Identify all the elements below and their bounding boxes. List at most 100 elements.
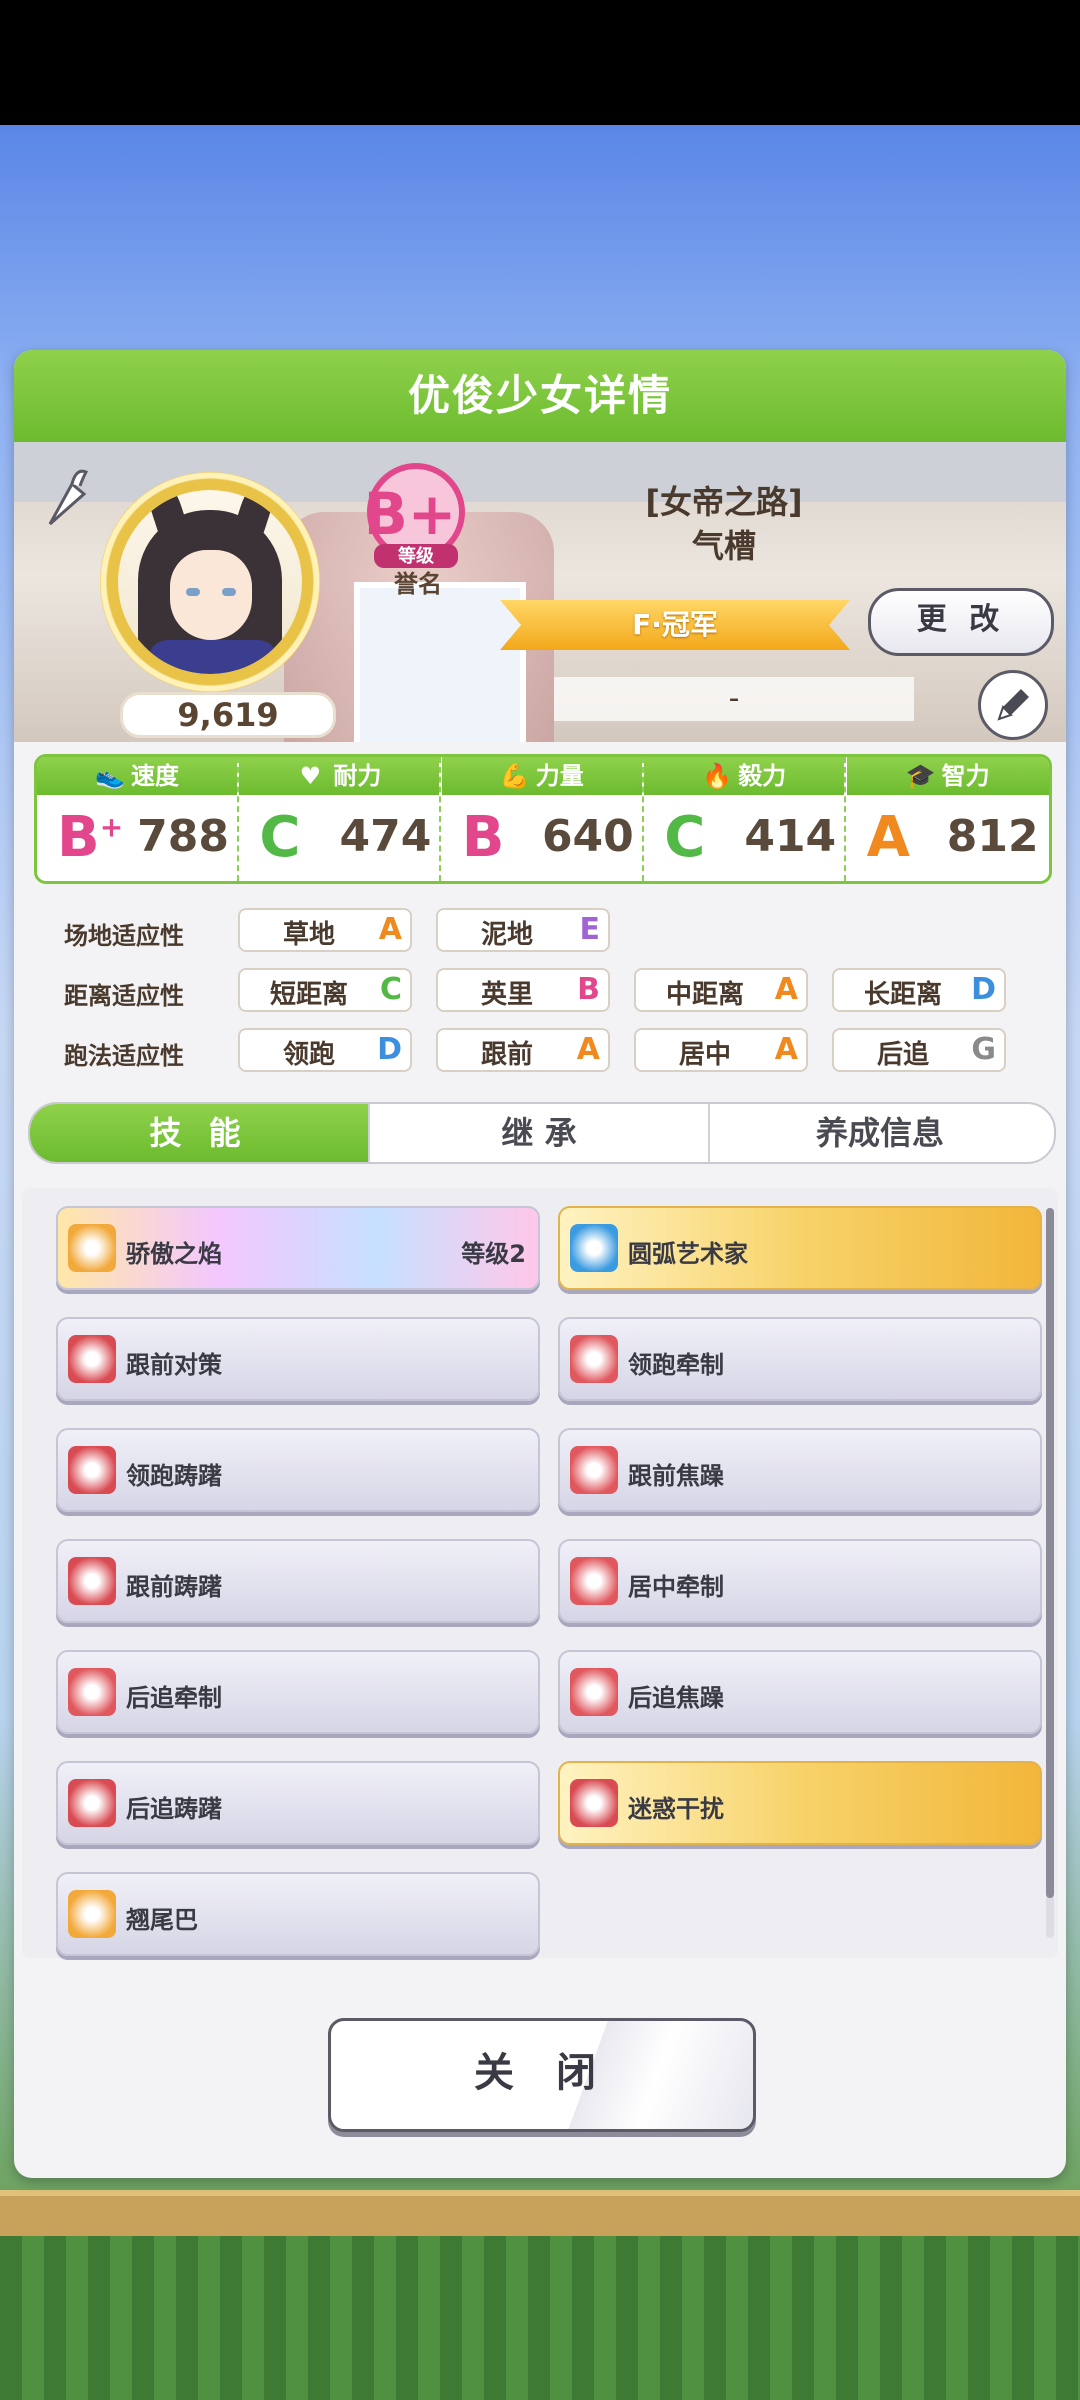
stat-grade: B+ <box>57 805 123 870</box>
aptitude-grade: E <box>579 912 601 947</box>
skills-scrollbar[interactable] <box>1046 1208 1054 1938</box>
stat-label: 耐力 <box>333 762 382 790</box>
skill-card[interactable]: 领跑踌躇 <box>56 1428 540 1512</box>
skill-card[interactable]: 后追踌躇 <box>56 1761 540 1845</box>
background-grass <box>0 2236 1080 2400</box>
skill-name: 跟前焦躁 <box>628 1462 724 1490</box>
rank-grade-badge: B+ 等级 <box>364 463 465 568</box>
stat-grade-letter: A <box>866 805 910 870</box>
close-button[interactable]: 关 闭 <box>328 2018 756 2132</box>
skill-name: 圆弧艺术家 <box>628 1240 748 1268</box>
debuff-arrow-icon <box>570 1557 618 1605</box>
epithet-line-1: [女帝之路] <box>645 483 803 521</box>
horse-girl-detail-dialog: 优俊少女详情 9,619 B+ 等级 誉名 [女帝之路] 气槽 F·冠军 更 改… <box>14 350 1066 2178</box>
aptitude-grade: A <box>774 1032 798 1067</box>
stat-4: 🎓 智力 A 812 <box>846 757 1049 881</box>
avatar-eye-left <box>186 588 200 596</box>
detail-tabs: 技 能 继 承 养成信息 <box>28 1102 1056 1164</box>
skill-card[interactable]: 翘尾巴 <box>56 1872 540 1956</box>
skill-card[interactable]: 跟前踌躇 <box>56 1539 540 1623</box>
skill-card[interactable]: 跟前对策 <box>56 1317 540 1401</box>
distance-aptitude-item: 英里 B <box>436 968 610 1012</box>
aptitude-grade: A <box>378 912 402 947</box>
distance-aptitude-item: 长距离 D <box>832 968 1006 1012</box>
avatar[interactable] <box>118 490 302 674</box>
change-title-button[interactable]: 更 改 <box>868 588 1054 656</box>
skill-name: 居中牵制 <box>628 1573 724 1601</box>
fan-count: 9,619 <box>120 692 336 738</box>
tab-training-info[interactable]: 养成信息 <box>710 1104 1050 1162</box>
distance-aptitude-item: 中距离 A <box>634 968 808 1012</box>
stat-grade: B <box>462 805 505 870</box>
skill-card[interactable]: 跟前焦躁 <box>558 1428 1042 1512</box>
aptitude-grade: D <box>377 1032 402 1067</box>
skill-name: 跟前对策 <box>126 1351 222 1379</box>
heart-icon: ♥ <box>299 762 322 790</box>
stat-header: ♥ 耐力 <box>239 757 440 795</box>
skill-name: 后追踌躇 <box>126 1795 222 1823</box>
debuff-arrow-icon <box>570 1668 618 1716</box>
stat-grade-letter: B <box>57 805 100 870</box>
horse-silhouette-icon <box>68 1335 116 1383</box>
horse-silhouette-icon <box>68 1779 116 1827</box>
distance-aptitude-label: 距离适应性 <box>64 982 184 1010</box>
aptitude-grade: D <box>971 972 996 1007</box>
shoe-icon: 👟 <box>95 762 125 790</box>
pencil-icon[interactable] <box>978 670 1048 740</box>
stat-2: 💪 力量 B 640 <box>441 757 644 881</box>
stat-label: 力量 <box>535 762 584 790</box>
skill-level: 等级2 <box>461 1240 526 1268</box>
skills-scrollbar-thumb[interactable] <box>1046 1208 1054 1898</box>
sparkle-icon <box>570 1224 618 1272</box>
stat-grade-letter: B <box>461 805 505 870</box>
skill-card[interactable]: 圆弧艺术家 <box>558 1206 1042 1290</box>
skill-name: 后追焦躁 <box>628 1684 724 1712</box>
aptitude-name: 英里 <box>480 980 533 1010</box>
tab-inheritance[interactable]: 继 承 <box>370 1104 710 1162</box>
skill-card[interactable]: 后追焦躁 <box>558 1650 1042 1734</box>
title-ribbon: F·冠军 <box>500 600 850 650</box>
skill-name: 后追牵制 <box>126 1684 222 1712</box>
stat-header: 🎓 智力 <box>846 757 1049 795</box>
skill-card[interactable]: 骄傲之焰 等级2 <box>56 1206 540 1290</box>
avatar-face-shape <box>170 550 252 640</box>
stat-header: 🔥 毅力 <box>644 757 845 795</box>
skill-card[interactable]: 居中牵制 <box>558 1539 1042 1623</box>
stat-value: 414 <box>744 811 837 862</box>
stat-label: 智力 <box>941 762 990 790</box>
epithet-line-2: 气槽 <box>691 527 756 565</box>
skill-card[interactable]: 迷惑干扰 <box>558 1761 1042 1845</box>
stat-label: 速度 <box>131 762 179 790</box>
nickname-field: - <box>554 677 914 721</box>
rank-grade-letter: B+ <box>364 480 457 548</box>
distance-aptitude-item: 短距离 C <box>238 968 412 1012</box>
flame-emblem-icon <box>68 1224 116 1272</box>
tab-skills[interactable]: 技 能 <box>30 1104 370 1162</box>
stat-label: 毅力 <box>738 762 787 790</box>
stat-0: 👟 速度 B+ 788 <box>37 757 239 881</box>
aptitude-name: 泥地 <box>480 920 533 950</box>
aptitude-grade: A <box>774 972 798 1007</box>
stat-grade-letter: C <box>664 805 706 870</box>
skill-card[interactable]: 后追牵制 <box>56 1650 540 1734</box>
skill-card[interactable]: 领跑牵制 <box>558 1317 1042 1401</box>
skill-name: 领跑牵制 <box>628 1351 724 1379</box>
aptitude-name: 长距离 <box>863 980 942 1010</box>
aptitude-name: 中距离 <box>665 980 744 1010</box>
skills-list: 骄傲之焰 等级2 圆弧艺术家跟前对策 领跑牵制领跑踌躇 跟前焦躁跟前踌躇 居中牵制后追牵制… <box>22 1188 1058 1958</box>
profile-hero: 9,619 B+ 等级 誉名 [女帝之路] 气槽 F·冠军 更 改 - <box>14 442 1066 742</box>
track-aptitude-item: 泥地 E <box>436 908 610 952</box>
muscle-icon: 💪 <box>499 762 530 790</box>
track-aptitude-label: 场地适应性 <box>64 922 184 950</box>
track-aptitude-item: 草地 A <box>238 908 412 952</box>
graduation-cap-icon: 🎓 <box>905 762 936 790</box>
style-aptitude-item: 居中 A <box>634 1028 808 1072</box>
stat-header: 👟 速度 <box>37 757 237 795</box>
horse-silhouette-icon <box>68 1557 116 1605</box>
skill-name: 领跑踌躇 <box>126 1462 222 1490</box>
aptitude-name: 后追 <box>876 1040 929 1070</box>
skill-name: 跟前踌躇 <box>126 1573 222 1601</box>
style-aptitude-item: 领跑 D <box>238 1028 412 1072</box>
horse-silhouette-icon <box>68 1446 116 1494</box>
aptitude-grade: G <box>971 1032 996 1067</box>
